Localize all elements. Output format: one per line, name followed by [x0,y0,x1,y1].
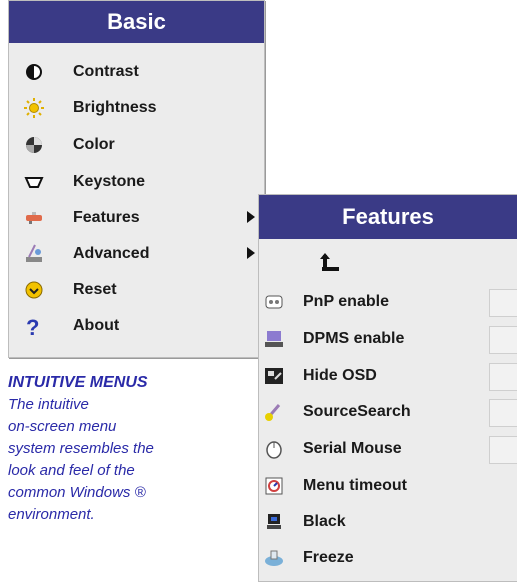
menu-item-label: Features [73,209,140,226]
source-search-icon [263,401,285,423]
basic-menu-title: Basic [107,9,166,34]
menu-item-color[interactable]: Color [23,134,115,156]
menu-item-features[interactable]: Features [23,207,140,229]
menu-item-about[interactable]: ? About [23,315,120,340]
svg-text:?: ? [26,315,39,337]
source-search-checkbox[interactable] [489,399,517,427]
dpms-checkbox[interactable] [489,326,517,354]
features-item-label: DPMS enable [303,330,405,347]
pnp-checkbox[interactable] [489,289,517,317]
hide-osd-checkbox[interactable] [489,363,517,391]
features-item-label: Menu timeout [303,477,407,494]
features-item-pnp[interactable]: PnP enable [263,291,389,313]
features-item-label: PnP enable [303,293,389,310]
brightness-icon [23,97,45,119]
features-menu-title: Features [342,204,434,229]
features-item-freeze[interactable]: Freeze [263,547,354,569]
menu-item-label: About [73,317,120,334]
advanced-submenu-arrow-icon [247,247,255,259]
caption-line: common Windows ® [8,484,146,501]
mouse-icon [263,438,285,460]
features-menu: Features PnP enable DPMS enable Hide OSD… [258,194,517,582]
advanced-icon [23,243,45,265]
features-item-label: Serial Mouse [303,440,402,457]
features-item-label: Freeze [303,549,354,566]
reset-icon [23,279,45,301]
menu-item-brightness[interactable]: Brightness [23,97,157,119]
menu-item-label: Reset [73,281,117,298]
caption-line: environment. [8,506,95,523]
back-arrow-icon [319,251,341,273]
features-item-label: Black [303,513,346,530]
dpms-icon [263,328,285,350]
menu-item-label: Contrast [73,63,139,80]
features-submenu-arrow-icon [247,211,255,223]
menu-item-label: Advanced [73,245,150,262]
menu-item-reset[interactable]: Reset [23,279,117,301]
menu-timeout-icon [263,475,285,497]
features-item-hide-osd[interactable]: Hide OSD [263,365,377,387]
features-item-source-search[interactable]: SourceSearch [263,401,411,423]
features-item-black[interactable]: Black [263,511,346,533]
menu-item-keystone[interactable]: Keystone [23,171,145,193]
keystone-icon [23,171,45,193]
about-icon: ? [23,315,45,340]
menu-item-contrast[interactable]: Contrast [23,61,139,83]
black-icon [263,511,285,533]
features-item-dpms[interactable]: DPMS enable [263,328,404,350]
features-item-serial-mouse[interactable]: Serial Mouse [263,438,402,460]
hide-osd-icon [263,365,285,387]
caption-line: system resembles the [8,440,154,457]
color-icon [23,134,45,156]
menu-item-advanced[interactable]: Advanced [23,243,149,265]
features-icon [23,207,45,229]
features-item-label: SourceSearch [303,403,411,420]
caption-line: on-screen menu [8,418,117,435]
features-menu-header: Features [259,195,517,239]
basic-menu: Basic Contrast Brightness Color Keystone… [8,0,265,358]
caption-heading: INTUITIVE MENUS [8,374,148,391]
basic-menu-header: Basic [9,1,264,43]
features-item-label: Hide OSD [303,367,377,384]
pnp-icon [263,291,285,313]
menu-item-label: Color [73,136,115,153]
menu-item-label: Brightness [73,99,157,116]
serial-mouse-checkbox[interactable] [489,436,517,464]
back-button[interactable] [319,251,341,273]
features-item-menu-timeout[interactable]: Menu timeout [263,475,407,497]
caption: INTUITIVE MENUS The intuitive on-screen … [8,372,238,526]
caption-line: look and feel of the [8,462,135,479]
caption-line: The intuitive [8,396,89,413]
freeze-icon [263,547,285,569]
contrast-icon [23,61,45,83]
menu-item-label: Keystone [73,173,146,190]
